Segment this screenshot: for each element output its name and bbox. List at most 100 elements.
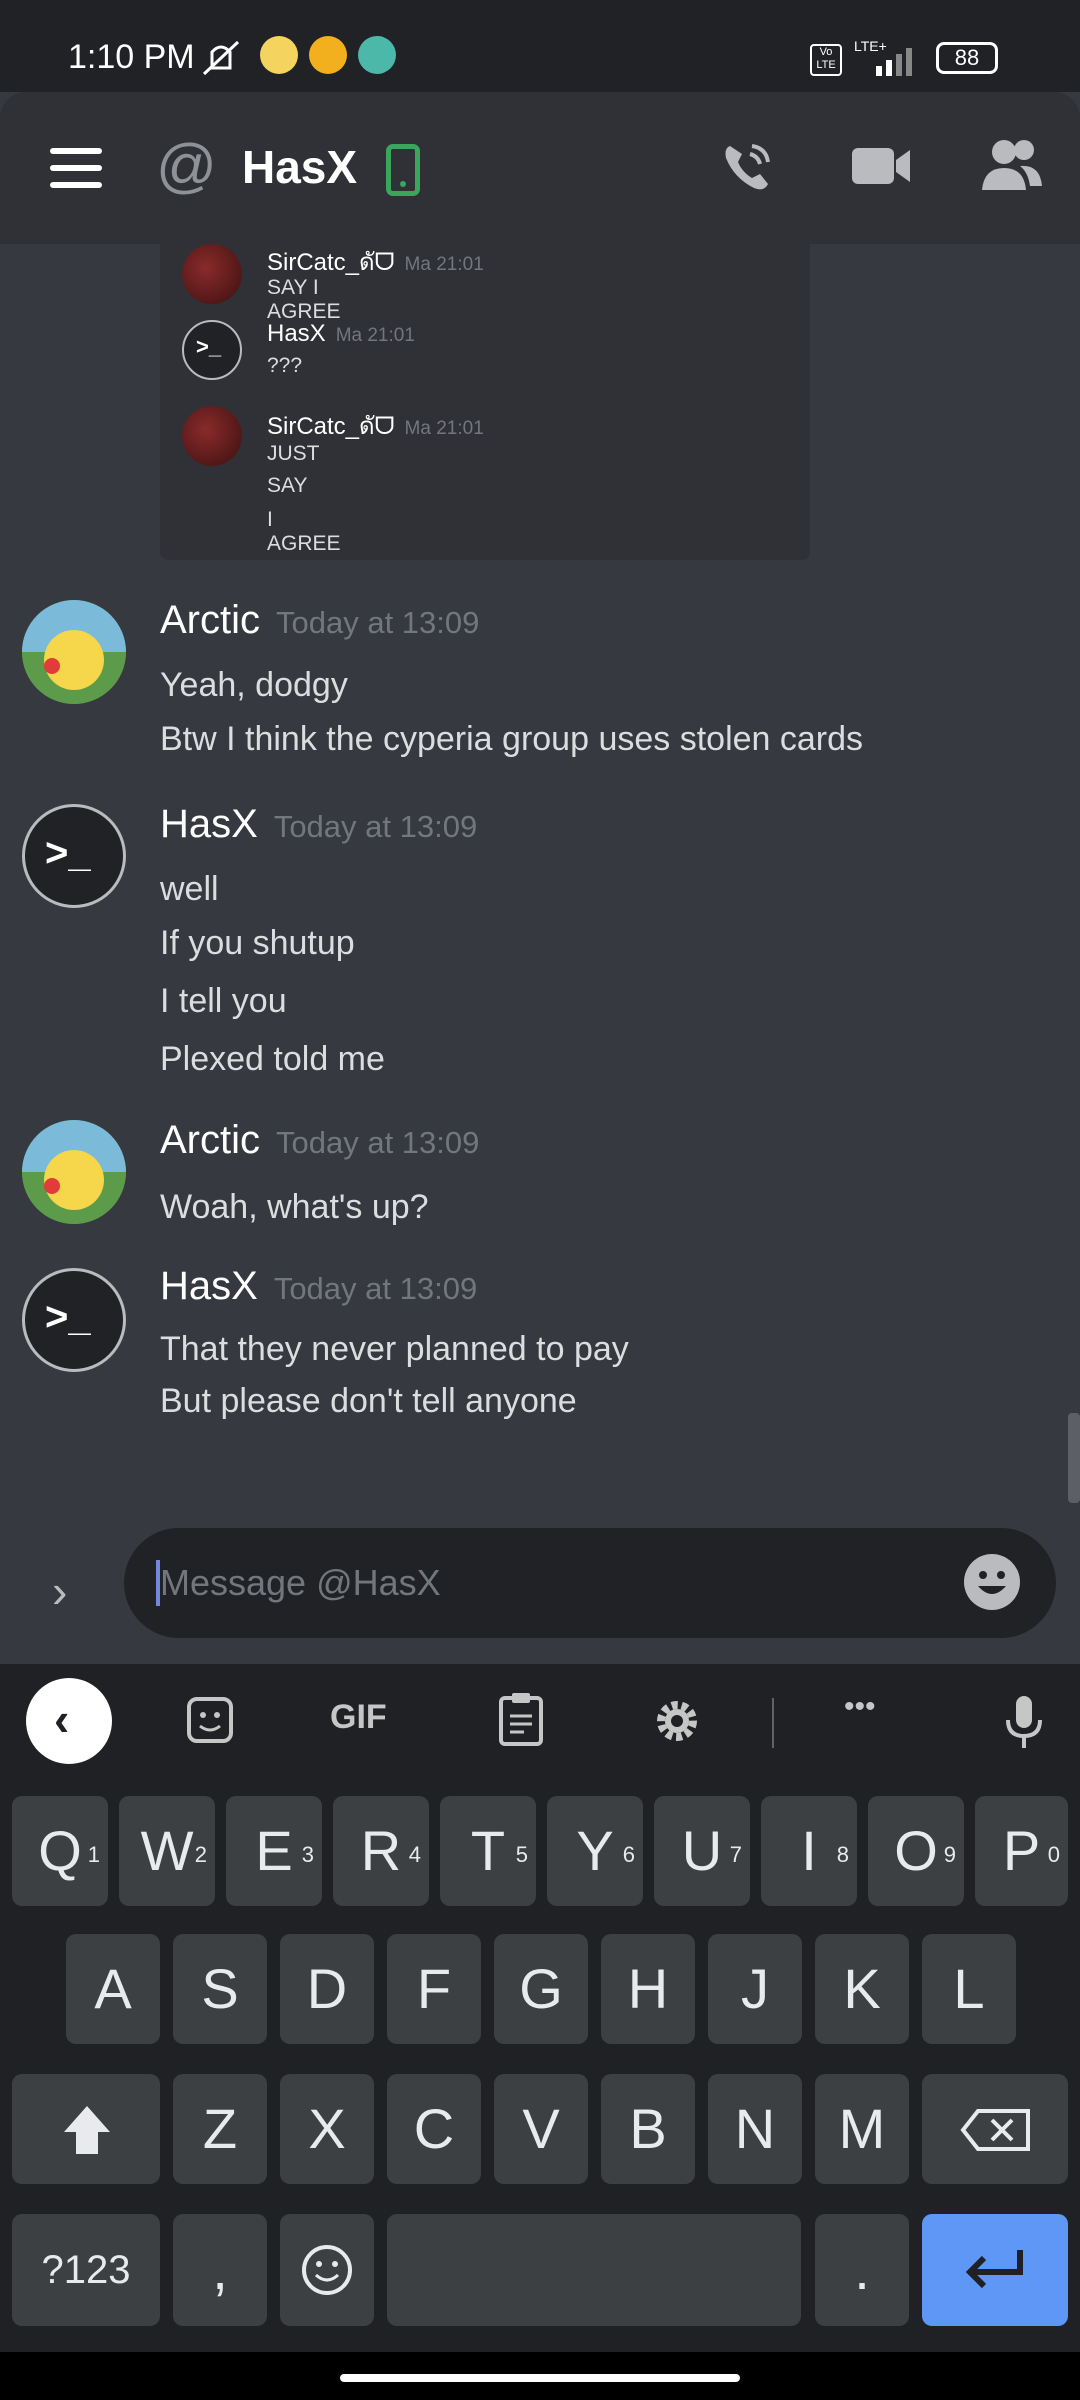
key-d[interactable]: D <box>280 1934 374 2044</box>
key-f[interactable]: F <box>387 1934 481 2044</box>
video-call-icon[interactable] <box>852 146 912 186</box>
quoted-text: JUST <box>267 442 320 465</box>
chevron-right-icon[interactable]: › <box>52 1564 67 1618</box>
key-t[interactable]: T5 <box>440 1796 536 1906</box>
message-text: well <box>160 870 219 908</box>
quoted-avatar <box>182 244 242 304</box>
emoji-icon[interactable] <box>962 1552 1022 1612</box>
message-text: Woah, what's up? <box>160 1188 429 1226</box>
voice-call-icon[interactable] <box>720 140 776 196</box>
key-r[interactable]: R4 <box>333 1796 429 1906</box>
mute-icon <box>202 40 240 76</box>
message-input-box[interactable] <box>124 1528 1056 1638</box>
shift-key[interactable] <box>12 2074 160 2184</box>
key-e[interactable]: E3 <box>226 1796 322 1906</box>
hamburger-menu-icon[interactable] <box>50 148 102 188</box>
message-author[interactable]: Arctic Today at 13:09 <box>160 1118 479 1163</box>
volte-badge: Vo LTE <box>810 44 842 76</box>
status-time: 1:10 PM <box>68 38 195 76</box>
key-i[interactable]: I8 <box>761 1796 857 1906</box>
message-author[interactable]: HasX Today at 13:09 <box>160 1264 477 1309</box>
battery-icon: 88 <box>936 42 998 74</box>
battery-level: 88 <box>954 45 980 70</box>
key-k[interactable]: K <box>815 1934 909 2044</box>
sticker-icon[interactable] <box>186 1696 234 1744</box>
key-g[interactable]: G <box>494 1934 588 2044</box>
key-a[interactable]: A <box>66 1934 160 2044</box>
quoted-thread: SirCatc_ดัᗜ Ma 21:01 SAY I AGREE >_ HasX M… <box>160 244 810 560</box>
signal-icon <box>876 48 912 76</box>
backspace-key[interactable] <box>922 2074 1068 2184</box>
key-x[interactable]: X <box>280 2074 374 2184</box>
mobile-status-icon <box>386 144 420 196</box>
enter-key[interactable] <box>922 2214 1068 2326</box>
scrollbar[interactable] <box>1068 1413 1080 1503</box>
terminal-icon: >_ <box>45 831 91 875</box>
key-v[interactable]: V <box>494 2074 588 2184</box>
quoted-avatar <box>182 406 242 466</box>
avatar[interactable]: >_ <box>22 804 126 908</box>
key-z[interactable]: Z <box>173 2074 267 2184</box>
key-w[interactable]: W2 <box>119 1796 215 1906</box>
shift-arrow-icon <box>64 2106 110 2154</box>
key-h[interactable]: H <box>601 1934 695 2044</box>
message-timestamp: Today at 13:09 <box>273 809 478 844</box>
key-l[interactable]: L <box>922 1934 1016 2044</box>
avatar[interactable] <box>22 1120 126 1224</box>
quoted-author: SirCatc_ดัᗜ Ma 21:01 <box>267 413 484 440</box>
message-text: Plexed told me <box>160 1040 385 1078</box>
key-c[interactable]: C <box>387 2074 481 2184</box>
message-text: I tell you <box>160 982 287 1020</box>
members-icon[interactable] <box>980 138 1044 194</box>
terminal-icon: >_ <box>45 1295 91 1339</box>
keyboard-back-button[interactable]: ‹ <box>26 1678 112 1764</box>
key-q[interactable]: Q1 <box>12 1796 108 1906</box>
key-y[interactable]: Y6 <box>547 1796 643 1906</box>
key-s[interactable]: S <box>173 1934 267 2044</box>
backspace-icon <box>960 2109 1030 2151</box>
space-key[interactable] <box>387 2214 801 2326</box>
emoji-icon <box>302 2245 352 2295</box>
home-indicator[interactable] <box>340 2374 740 2382</box>
avatar[interactable] <box>22 600 126 704</box>
message-input[interactable] <box>160 1552 940 1614</box>
soft-keyboard: ‹ GIF ••• Q1 W2 E3 R4 T5 Y 6 U 7 I 8 O 9… <box>0 1664 1080 2400</box>
message-text: If you shutup <box>160 924 355 962</box>
message-text: Yeah, dodgy <box>160 666 348 704</box>
period-key[interactable]: . <box>815 2214 909 2326</box>
quoted-text: ??? <box>267 354 303 377</box>
key-p[interactable]: P0 <box>975 1796 1068 1906</box>
keyboard-toolbar: ‹ GIF ••• <box>0 1664 1080 1784</box>
key-o[interactable]: O9 <box>868 1796 964 1906</box>
toolbar-divider <box>772 1698 774 1748</box>
quoted-text: I AGREE <box>267 508 341 555</box>
message-text: But please don't tell anyone <box>160 1382 577 1420</box>
emoji-key[interactable] <box>280 2214 374 2326</box>
comma-key[interactable]: , <box>173 2214 267 2326</box>
gif-button[interactable]: GIF <box>330 1698 387 1737</box>
settings-gear-icon[interactable] <box>652 1696 702 1746</box>
key-m[interactable]: M <box>815 2074 909 2184</box>
channel-header: @ HasX <box>0 92 1080 244</box>
key-j[interactable]: J <box>708 1934 802 2044</box>
avatar[interactable]: >_ <box>22 1268 126 1372</box>
key-n[interactable]: N <box>708 2074 802 2184</box>
key-b[interactable]: B <box>601 2074 695 2184</box>
message-author[interactable]: HasX Today at 13:09 <box>160 802 477 847</box>
key-u[interactable]: U7 <box>654 1796 750 1906</box>
message-composer: › <box>0 1524 1080 1664</box>
status-bar: 1:10 PM Vo LTE LTE+ 88 <box>0 0 1080 92</box>
message-list[interactable]: SirCatc_ดัᗜ Ma 21:01 SAY I AGREE >_ HasX M… <box>0 244 1080 1524</box>
symbols-key[interactable]: ?123 <box>12 2214 160 2326</box>
message-author[interactable]: Arctic Today at 13:09 <box>160 598 479 643</box>
quoted-text: SAY I AGREE <box>267 276 341 323</box>
at-icon: @ <box>156 132 217 199</box>
message-text: Btw I think the cyperia group uses stole… <box>160 720 864 758</box>
coin-icon <box>309 36 347 74</box>
quoted-author: HasX Ma 21:01 <box>267 320 415 347</box>
more-options-button[interactable]: ••• <box>844 1690 876 1724</box>
message-timestamp: Today at 13:09 <box>273 1271 478 1306</box>
microphone-icon[interactable] <box>1004 1694 1044 1750</box>
app-notification-icon-2 <box>358 36 396 74</box>
clipboard-icon[interactable] <box>498 1692 544 1746</box>
